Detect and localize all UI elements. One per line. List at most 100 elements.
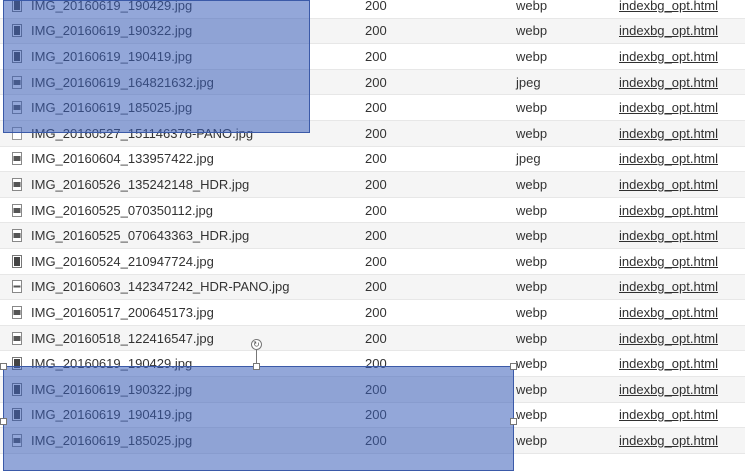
initiator-link[interactable]: indexbg_opt.html bbox=[619, 0, 718, 13]
file-name-cell[interactable]: IMG_20160619_190322.jpg bbox=[12, 382, 192, 397]
table-row[interactable]: IMG_20160619_164821632.jpg 200 jpeg indexbg… bbox=[0, 69, 745, 96]
file-name-text: IMG_20160525_070643363_HDR.jpg bbox=[31, 228, 250, 244]
file-name-cell[interactable]: IMG_20160527_151146376-PANO.jpg bbox=[12, 126, 253, 141]
resize-handle-top-left[interactable] bbox=[0, 363, 7, 370]
file-name-text: IMG_20160619_185025.jpg bbox=[31, 100, 193, 116]
initiator-link[interactable]: indexbg_opt.html bbox=[619, 407, 718, 422]
resize-handle-top-right[interactable] bbox=[510, 363, 517, 370]
type-cell: webp bbox=[516, 23, 548, 39]
table-row[interactable]: IMG_20160619_190322.jpg 200 webp indexbg_op… bbox=[0, 376, 745, 403]
table-row[interactable]: IMG_20160603_142347242_HDR-PANO.jpg 200 we… bbox=[0, 274, 745, 301]
status-cell: 200 bbox=[365, 151, 387, 167]
status-cell: 200 bbox=[365, 228, 387, 244]
landscape-image-icon bbox=[12, 101, 22, 115]
table-row[interactable]: IMG_20160619_190429.jpg 200 webp indexbg_op… bbox=[0, 0, 745, 19]
image-file-icon bbox=[12, 254, 22, 268]
file-name-cell[interactable]: IMG_20160619_190429.jpg bbox=[12, 0, 192, 13]
initiator-link[interactable]: indexbg_opt.html bbox=[619, 356, 718, 371]
table-row[interactable]: IMG_20160619_185025.jpg 200 webp indexbg_op… bbox=[0, 95, 745, 121]
file-name-cell[interactable]: IMG_20160619_190419.jpg bbox=[12, 407, 192, 422]
table-row[interactable]: IMG_20160526_135242148_HDR.jpg 200 webp ind… bbox=[0, 172, 745, 198]
file-name-text: IMG_20160619_190429.jpg bbox=[31, 356, 193, 372]
initiator-link[interactable]: indexbg_opt.html bbox=[619, 100, 718, 115]
file-name-cell[interactable]: IMG_20160517_200645173.jpg bbox=[12, 305, 214, 320]
type-cell: webp bbox=[516, 330, 548, 346]
initiator-link[interactable]: indexbg_opt.html bbox=[619, 254, 718, 269]
file-name-text: IMG_20160525_070350112.jpg bbox=[31, 202, 213, 218]
resize-handle-top-middle[interactable] bbox=[253, 363, 260, 370]
status-cell: 200 bbox=[365, 304, 387, 320]
file-name-text: IMG_20160619_190419.jpg bbox=[31, 48, 193, 64]
image-file-icon bbox=[12, 357, 22, 371]
table-row[interactable]: IMG_20160527_151146376-PANO.jpg 200 webp in… bbox=[0, 120, 745, 147]
blank-file-icon bbox=[12, 126, 22, 140]
landscape-image-icon bbox=[12, 203, 22, 217]
status-cell: 200 bbox=[365, 100, 387, 116]
initiator-link[interactable]: indexbg_opt.html bbox=[619, 382, 718, 397]
file-name-cell[interactable]: IMG_20160603_142347242_HDR-PANO.jpg bbox=[12, 279, 289, 294]
table-row[interactable]: IMG_20160604_133957422.jpg 200 jpeg indexbg… bbox=[0, 146, 745, 173]
table-row[interactable]: IMG_20160524_210947724.jpg 200 webp indexbg… bbox=[0, 248, 745, 275]
file-name-cell[interactable]: IMG_20160619_190322.jpg bbox=[12, 23, 192, 38]
landscape-image-icon bbox=[12, 331, 22, 345]
file-name-text: IMG_20160619_190322.jpg bbox=[31, 23, 193, 39]
file-name-cell[interactable]: IMG_20160525_070350112.jpg bbox=[12, 203, 213, 218]
initiator-link[interactable]: indexbg_opt.html bbox=[619, 126, 718, 141]
type-cell: webp bbox=[516, 100, 548, 116]
initiator-link[interactable]: indexbg_opt.html bbox=[619, 151, 718, 166]
type-cell: webp bbox=[516, 176, 548, 192]
table-row[interactable]: IMG_20160619_190419.jpg 200 webp indexbg_op… bbox=[0, 44, 745, 70]
type-cell: webp bbox=[516, 125, 548, 141]
rotate-handle-icon[interactable]: ↻ bbox=[251, 339, 262, 350]
file-name-text: IMG_20160517_200645173.jpg bbox=[31, 304, 214, 320]
landscape-image-icon bbox=[12, 177, 22, 191]
type-cell: webp bbox=[516, 279, 548, 295]
type-cell: jpeg bbox=[516, 74, 541, 90]
initiator-link[interactable]: indexbg_opt.html bbox=[619, 203, 718, 218]
file-name-cell[interactable]: IMG_20160526_135242148_HDR.jpg bbox=[12, 177, 249, 192]
initiator-link[interactable]: indexbg_opt.html bbox=[619, 49, 718, 64]
status-cell: 200 bbox=[365, 202, 387, 218]
file-name-text: IMG_20160604_133957422.jpg bbox=[31, 151, 214, 167]
image-file-icon bbox=[12, 408, 22, 422]
resize-handle-middle-left[interactable] bbox=[0, 418, 7, 425]
file-name-cell[interactable]: IMG_20160619_164821632.jpg bbox=[12, 75, 214, 90]
file-name-cell[interactable]: IMG_20160619_190419.jpg bbox=[12, 49, 192, 64]
initiator-link[interactable]: indexbg_opt.html bbox=[619, 331, 718, 346]
file-name-text: IMG_20160619_185025.jpg bbox=[31, 432, 193, 448]
file-name-text: IMG_20160518_122416547.jpg bbox=[31, 330, 214, 346]
table-row[interactable]: IMG_20160518_122416547.jpg 200 webp indexbg… bbox=[0, 325, 745, 352]
table-row[interactable]: IMG_20160619_190429.jpg 200 webp indexbg_op… bbox=[0, 351, 745, 377]
status-cell: 200 bbox=[365, 279, 387, 295]
table-row[interactable]: IMG_20160619_190419.jpg 200 webp indexbg_op… bbox=[0, 402, 745, 429]
file-name-text: IMG_20160527_151146376-PANO.jpg bbox=[31, 125, 254, 141]
file-name-cell[interactable]: IMG_20160524_210947724.jpg bbox=[12, 254, 214, 269]
file-name-cell[interactable]: IMG_20160619_185025.jpg bbox=[12, 100, 192, 115]
table-row[interactable]: IMG_20160525_070350112.jpg 200 webp indexbg… bbox=[0, 197, 745, 224]
initiator-link[interactable]: indexbg_opt.html bbox=[619, 23, 718, 38]
file-name-cell[interactable]: IMG_20160604_133957422.jpg bbox=[12, 151, 214, 166]
initiator-link[interactable]: indexbg_opt.html bbox=[619, 75, 718, 90]
initiator-link[interactable]: indexbg_opt.html bbox=[619, 177, 718, 192]
type-cell: webp bbox=[516, 228, 548, 244]
type-cell: jpeg bbox=[516, 151, 541, 167]
initiator-link[interactable]: indexbg_opt.html bbox=[619, 279, 718, 294]
table-row[interactable]: IMG_20160517_200645173.jpg 200 webp indexbg… bbox=[0, 300, 745, 326]
type-cell: webp bbox=[516, 356, 548, 372]
initiator-link[interactable]: indexbg_opt.html bbox=[619, 433, 718, 448]
initiator-link[interactable]: indexbg_opt.html bbox=[619, 228, 718, 243]
table-row[interactable]: IMG_20160619_190322.jpg 200 webp indexbg_op… bbox=[0, 18, 745, 45]
type-cell: webp bbox=[516, 48, 548, 64]
status-cell: 200 bbox=[365, 432, 387, 448]
initiator-link[interactable]: indexbg_opt.html bbox=[619, 305, 718, 320]
file-name-cell[interactable]: IMG_20160518_122416547.jpg bbox=[12, 331, 214, 346]
file-name-cell[interactable]: IMG_20160525_070643363_HDR.jpg bbox=[12, 228, 249, 243]
table-row[interactable]: IMG_20160525_070643363_HDR.jpg 200 webp ind… bbox=[0, 223, 745, 249]
status-cell: 200 bbox=[365, 23, 387, 39]
type-cell: webp bbox=[516, 432, 548, 448]
table-row[interactable]: IMG_20160619_185025.jpg 200 webp indexbg_op… bbox=[0, 428, 745, 454]
type-cell: webp bbox=[516, 304, 548, 320]
resize-handle-middle-right[interactable] bbox=[510, 418, 517, 425]
file-name-cell[interactable]: IMG_20160619_185025.jpg bbox=[12, 433, 192, 448]
file-name-cell[interactable]: IMG_20160619_190429.jpg bbox=[12, 356, 192, 371]
